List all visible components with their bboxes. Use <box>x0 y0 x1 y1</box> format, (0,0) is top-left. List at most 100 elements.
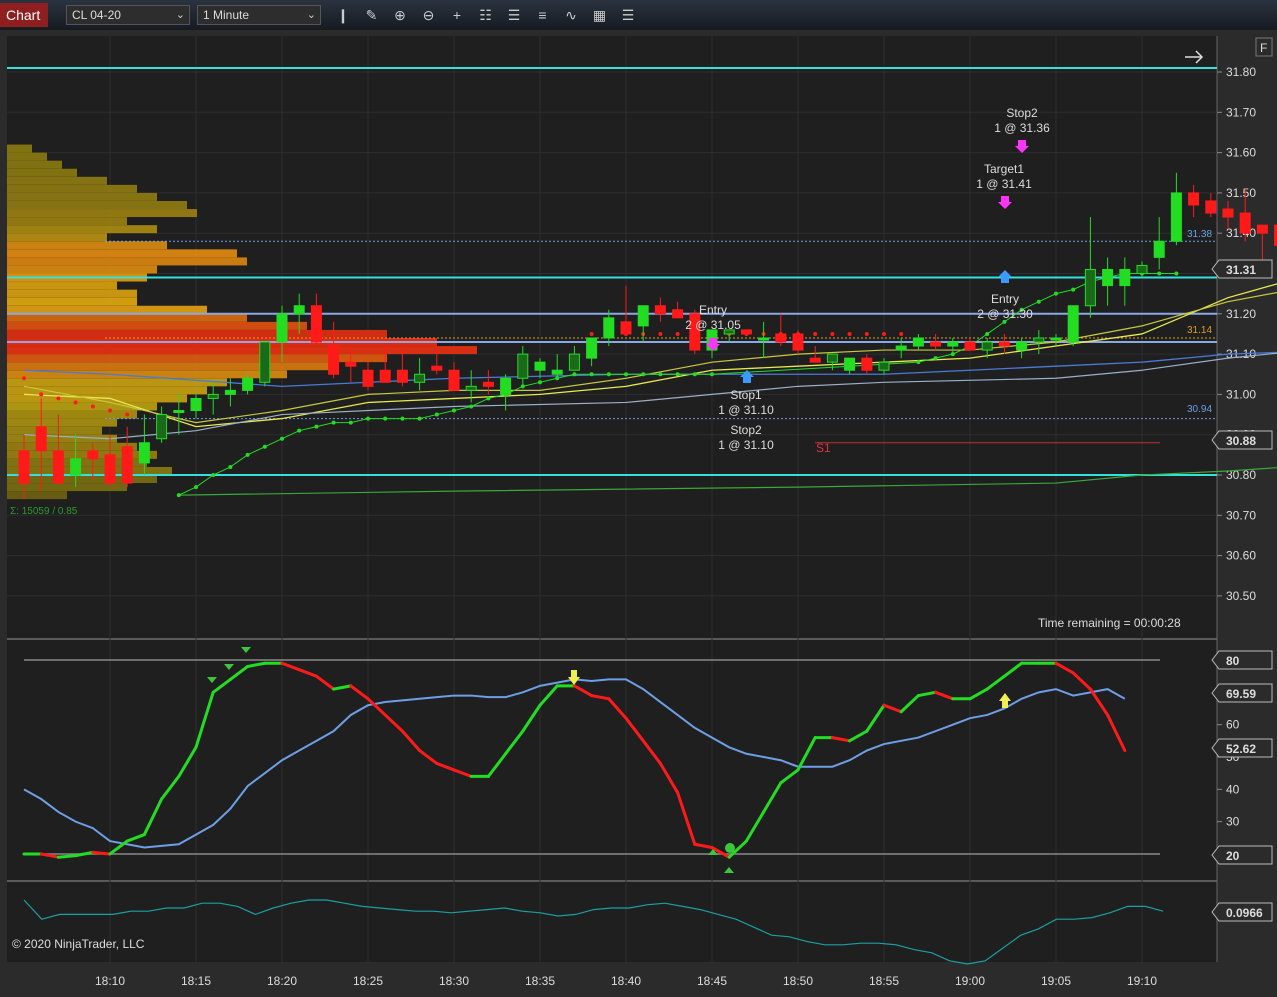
candle-body <box>379 369 391 383</box>
candle-body <box>448 369 460 391</box>
volume-profile-bin <box>7 176 107 185</box>
volume-profile-bin <box>7 192 157 201</box>
ref-label-mid: 31.14 <box>1187 325 1212 336</box>
candle-body <box>1016 341 1028 351</box>
candle-body <box>758 337 770 341</box>
price-tick: 31.80 <box>1226 65 1256 79</box>
trail-stop-dot <box>606 372 611 377</box>
volume-profile-bin <box>7 225 157 234</box>
indicators-icon[interactable]: ∿ <box>562 6 580 24</box>
candle-body <box>826 353 838 363</box>
trail-stop-dot <box>22 376 26 381</box>
trail-stop-dot <box>985 331 990 336</box>
trail-stop-dot <box>108 408 112 413</box>
order-annotation: 1 @ 31.41 <box>976 177 1032 191</box>
interval-selector[interactable]: 1 Minute ⌄ <box>197 5 321 25</box>
candle-body <box>35 426 47 452</box>
chart-trader-icon[interactable]: ☰ <box>505 6 523 24</box>
trail-stop-dot <box>1174 271 1179 276</box>
chart-tab[interactable]: Chart <box>0 3 48 27</box>
properties-icon[interactable]: ☰ <box>619 6 637 24</box>
osc-fast-segment <box>56 854 78 859</box>
crosshair-icon[interactable]: + <box>448 6 466 24</box>
candle-body <box>465 385 477 391</box>
candle-body <box>844 357 856 371</box>
volume-profile-bin <box>7 184 137 193</box>
bar-type-icon[interactable]: ❙ <box>334 6 352 24</box>
trail-stop-dot <box>692 372 697 377</box>
volume-profile-bin <box>7 362 337 371</box>
templates-icon[interactable]: ▦ <box>591 6 609 24</box>
lower-panel[interactable] <box>7 882 1217 962</box>
trail-stop-dot <box>589 331 594 336</box>
candle-body <box>809 357 821 363</box>
ref-label-low: 30.94 <box>1187 404 1212 415</box>
time-tick: 18:25 <box>353 974 383 988</box>
instrument-label: CL 04-20 <box>72 8 121 22</box>
time-tick: 18:10 <box>95 974 125 988</box>
candle-body <box>586 337 598 359</box>
time-remaining: Time remaining = 00:00:28 <box>1038 616 1181 630</box>
candle-body <box>1205 200 1217 214</box>
trail-stop-dot <box>933 356 938 361</box>
candle-body <box>259 341 271 383</box>
candle-body <box>70 458 82 476</box>
volume-profile-bin <box>7 144 32 153</box>
osc-fast-segment <box>91 850 112 856</box>
trail-stop-dot <box>658 372 663 377</box>
volume-profile-bin <box>7 418 117 427</box>
osc-tick: 30 <box>1226 815 1240 829</box>
trail-stop-dot <box>1071 287 1076 292</box>
trail-stop-dot <box>624 372 628 377</box>
candle-body <box>500 377 512 395</box>
trail-stop-dot <box>245 452 250 457</box>
time-tick: 18:30 <box>439 974 469 988</box>
candle-body <box>620 321 632 335</box>
volume-profile-bin <box>7 160 62 169</box>
price-tick: 31.60 <box>1226 146 1256 160</box>
volume-profile-bin <box>7 217 127 226</box>
trail-stop-dot <box>262 444 267 449</box>
time-tick: 18:15 <box>181 974 211 988</box>
time-tick: 19:10 <box>1127 974 1157 988</box>
trail-stop-dot <box>589 372 594 377</box>
candle-body <box>1153 240 1165 258</box>
trail-stop-dot <box>366 416 370 421</box>
candle-body <box>1222 208 1234 218</box>
toolbar: Chart CL 04-20 ⌄ 1 Minute ⌄ ❙ ✎ ⊕ ⊖ + ☷ ☰ ≡ ∿ ▦ ☰ <box>0 0 1277 30</box>
time-tick: 18:45 <box>697 974 727 988</box>
candle-body <box>1256 224 1268 234</box>
volume-profile-bin <box>7 257 247 266</box>
candle-body <box>18 450 30 484</box>
candle-body <box>912 337 924 347</box>
instrument-selector[interactable]: CL 04-20 ⌄ <box>66 5 190 25</box>
trail-stop-dot <box>90 404 95 409</box>
price-tick: 30.50 <box>1226 589 1256 603</box>
time-tick: 18:40 <box>611 974 641 988</box>
trail-stop-dot <box>1036 299 1041 304</box>
candle-body <box>293 305 305 315</box>
candle-body <box>138 442 150 464</box>
trail-stop-dot <box>847 331 852 336</box>
data-box-icon[interactable]: ☷ <box>477 6 495 24</box>
zoom-out-icon[interactable]: ⊖ <box>420 6 438 24</box>
candle-body <box>328 345 340 375</box>
trail-stop-dot <box>56 396 61 401</box>
candle-body <box>1188 192 1200 206</box>
candle-body <box>672 309 684 319</box>
drawing-tool-icon[interactable]: ✎ <box>363 6 381 24</box>
trail-stop-dot <box>641 372 646 377</box>
candle-body <box>878 361 890 371</box>
volume-profile-bin <box>7 313 247 322</box>
candle-body <box>345 361 357 367</box>
order-annotation: Target1 <box>984 162 1024 176</box>
volume-profile-bin <box>7 241 167 250</box>
strategies-icon[interactable]: ≡ <box>534 6 552 24</box>
volume-profile-bin <box>7 491 67 500</box>
candle-body <box>568 353 580 371</box>
zoom-in-icon[interactable]: ⊕ <box>391 6 409 24</box>
trail-stop-dot <box>228 464 233 469</box>
volume-profile-bin <box>7 152 47 161</box>
order-annotation: 1 @ 31.10 <box>718 438 774 452</box>
chart-area[interactable]: 31.8031.7031.6031.5031.4031.3031.2031.10… <box>0 30 1277 997</box>
